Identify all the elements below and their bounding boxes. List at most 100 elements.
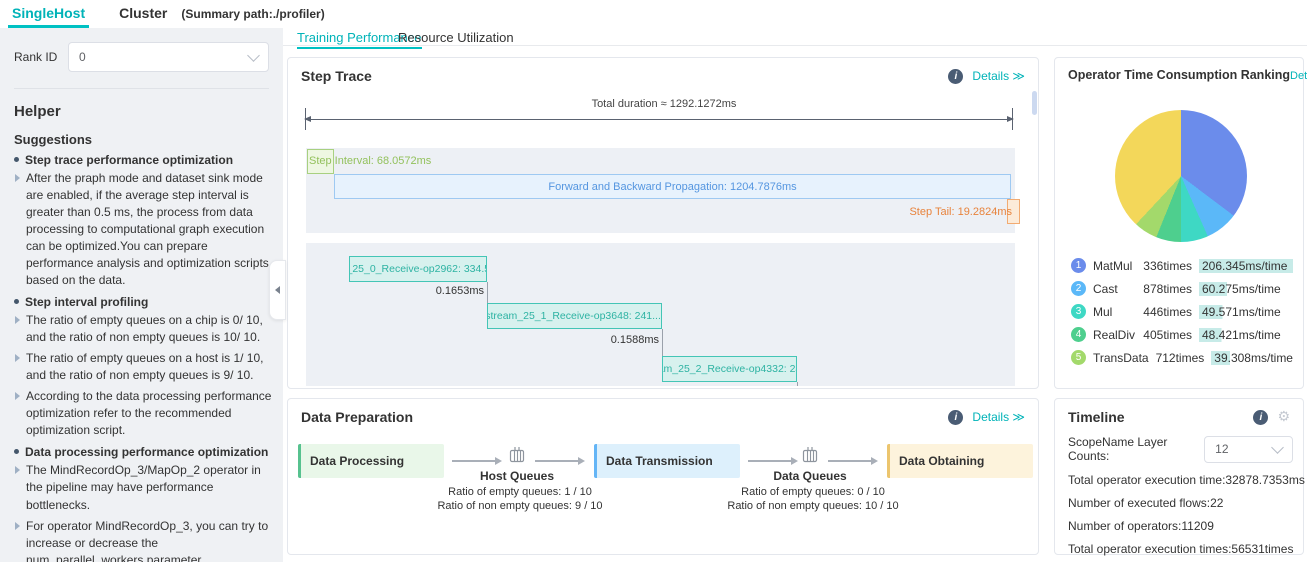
duration-arrow xyxy=(305,119,1013,120)
summary-path: (Summary path:./profiler) xyxy=(181,7,324,21)
stage-data-transmission: Data Transmission xyxy=(594,444,740,478)
helper-sidebar: Rank ID 0 Helper Suggestions Step trace … xyxy=(0,28,283,562)
ratio-non-empty: Ratio of non empty queues: 9 / 10 xyxy=(400,499,640,513)
connector-line xyxy=(662,329,663,356)
suggestion-item: The ratio of empty queues on a host is 1… xyxy=(14,350,273,384)
suggestions-list: Step trace performance optimization After… xyxy=(14,153,273,562)
operator-time-pie-chart[interactable] xyxy=(1115,110,1247,242)
gap-label: 0.1653ms xyxy=(418,285,484,297)
legend-row[interactable]: 4 RealDiv 405times 48.421ms/time xyxy=(1071,323,1293,346)
scope-layer-counts-select[interactable]: 12 xyxy=(1204,436,1293,463)
legend-operator-name: MatMul xyxy=(1093,259,1136,273)
legend-rank-badge: 1 xyxy=(1071,258,1086,273)
stream-bar: stream_25_1_Receive-op3648: 241.... xyxy=(487,303,662,329)
suggestion-section: Step interval profiling The ratio of empt… xyxy=(14,295,273,439)
rank-id-select[interactable]: 0 xyxy=(68,42,269,72)
rank-id-label: Rank ID xyxy=(14,50,62,64)
timeline-stat: Number of operators:11209 xyxy=(1068,515,1293,538)
ratio-empty: Ratio of empty queues: 1 / 10 xyxy=(400,485,640,499)
queue-icon xyxy=(507,446,527,463)
info-icon[interactable]: i xyxy=(1253,410,1268,425)
connector-line xyxy=(487,282,488,303)
legend-count: 336times xyxy=(1143,259,1192,273)
legend-rank-badge: 4 xyxy=(1071,327,1086,342)
timeline-panel: Timeline i ⚙ ScopeName Layer Counts: 12 … xyxy=(1054,398,1304,555)
data-queues-label: Data Queues xyxy=(755,469,865,483)
data-preparation-panel: Data Preparation i Details ≫ Data Proces… xyxy=(287,398,1039,555)
suggestion-section: Step trace performance optimization After… xyxy=(14,153,273,289)
suggestion-item: According to the data processing perform… xyxy=(14,388,273,439)
step-tail-label: Step Tail: 19.2824ms xyxy=(909,206,1012,218)
stage-data-processing: Data Processing xyxy=(298,444,444,478)
legend-operator-name: RealDiv xyxy=(1093,328,1136,342)
tab-resource-utilization[interactable]: Resource Utilization xyxy=(398,31,514,48)
flow-arrow-icon xyxy=(535,460,579,462)
chevron-down-icon xyxy=(1271,441,1284,454)
suggestion-item: The MindRecordOp_3/MapOp_2 operator in t… xyxy=(14,462,273,513)
stream-bar: stream_25_0_Receive-op2962: 334.5943ms xyxy=(349,256,487,282)
legend-avg-time: 49.571ms/time xyxy=(1199,305,1293,319)
legend-operator-name: Cast xyxy=(1093,282,1136,296)
legend-count: 712times xyxy=(1156,351,1205,365)
vertical-scrollbar[interactable] xyxy=(1032,91,1037,115)
scope-layer-counts-label: ScopeName Layer Counts: xyxy=(1068,435,1198,463)
gear-icon[interactable]: ⚙ xyxy=(1277,410,1290,424)
legend-row[interactable]: 1 MatMul 336times 206.345ms/time xyxy=(1071,254,1293,277)
total-duration-label: Total duration ≈ 1292.1272ms xyxy=(288,98,1040,110)
timeline-title: Timeline xyxy=(1068,409,1125,425)
suggestion-section-title: Data processing performance optimization xyxy=(14,445,273,459)
suggestions-title: Suggestions xyxy=(14,132,269,147)
stage-data-obtaining: Data Obtaining xyxy=(887,444,1033,478)
step-trace-details-link[interactable]: Details ≫ xyxy=(972,69,1025,83)
legend-avg-time: 39.308ms/time xyxy=(1211,351,1305,365)
queue-icon xyxy=(800,446,820,463)
rank-id-value: 0 xyxy=(79,50,86,64)
sidebar-collapse-button[interactable] xyxy=(269,260,286,320)
legend-row[interactable]: 5TransData712times39.308ms/time xyxy=(1071,346,1293,369)
suggestion-section-title: Step trace performance optimization xyxy=(14,153,273,167)
step-interval-label: Step Interval: 68.0572ms xyxy=(309,155,431,167)
timeline-stat: Total operator execution time:32878.7353… xyxy=(1068,469,1293,492)
suggestion-item: The ratio of empty queues on a chip is 0… xyxy=(14,312,273,346)
tab-singlehost[interactable]: SingleHost xyxy=(12,0,85,28)
host-queues-label: Host Queues xyxy=(462,469,572,483)
step-trace-panel: Step Trace i Details ≫ Total duration ≈ … xyxy=(287,57,1039,389)
flow-arrow-icon xyxy=(828,460,872,462)
ratio-non-empty: Ratio of non empty queues: 10 / 10 xyxy=(693,499,933,513)
host-queues-ratios: Ratio of empty queues: 1 / 10 Ratio of n… xyxy=(400,485,640,513)
info-icon[interactable]: i xyxy=(948,69,963,84)
legend-count: 405times xyxy=(1143,328,1192,342)
legend-row[interactable]: 3Mul446times49.571ms/time xyxy=(1071,300,1293,323)
legend-row[interactable]: 2Cast878times60.275ms/time xyxy=(1071,277,1293,300)
operator-ranking-title: Operator Time Consumption Ranking xyxy=(1068,68,1290,82)
tab-cluster[interactable]: Cluster xyxy=(119,0,167,28)
timeline-stat: Number of executed flows:22 xyxy=(1068,492,1293,515)
legend-avg-time: 48.421ms/time xyxy=(1199,328,1293,342)
legend-avg-time: 206.345ms/time xyxy=(1199,259,1293,273)
data-queues-ratios: Ratio of empty queues: 0 / 10 Ratio of n… xyxy=(693,485,933,513)
arrowhead-left-icon xyxy=(304,116,311,122)
suggestion-item: After the praph mode and dataset sink mo… xyxy=(14,170,273,289)
fwbw-propagation-bar: Forward and Backward Propagation: 1204.7… xyxy=(334,174,1011,199)
operator-legend: 1 MatMul 336times 206.345ms/time 2 Cast 878tim… xyxy=(1071,254,1293,369)
gap-label: 0.1588ms xyxy=(593,334,659,346)
legend-operator-name: Mul xyxy=(1093,305,1136,319)
app-header: SingleHost Cluster (Summary path:./profi… xyxy=(0,0,1307,29)
chevron-down-icon xyxy=(247,49,260,62)
helper-title: Helper xyxy=(14,103,269,120)
arrowhead-right-icon xyxy=(1007,116,1014,122)
legend-rank-badge: 2 xyxy=(1071,281,1086,296)
operator-details-link[interactable]: Details ≫ xyxy=(1290,69,1307,82)
timeline-stats: Total operator execution time:32878.7353… xyxy=(1068,469,1293,561)
ratio-empty: Ratio of empty queues: 0 / 10 xyxy=(693,485,933,499)
divider xyxy=(14,88,269,89)
collapse-left-icon xyxy=(275,286,280,294)
legend-count: 878times xyxy=(1143,282,1192,296)
scope-layer-counts-value: 12 xyxy=(1215,442,1228,456)
info-icon[interactable]: i xyxy=(948,410,963,425)
main-tab-bar: Training Performance Resource Utilizatio… xyxy=(283,28,1307,46)
data-prep-details-link[interactable]: Details ≫ xyxy=(972,410,1025,424)
suggestion-section: Data processing performance optimization… xyxy=(14,445,273,562)
suggestion-item: For operator MindRecordOp_3, you can try… xyxy=(14,518,273,562)
suggestion-section-title: Step interval profiling xyxy=(14,295,273,309)
